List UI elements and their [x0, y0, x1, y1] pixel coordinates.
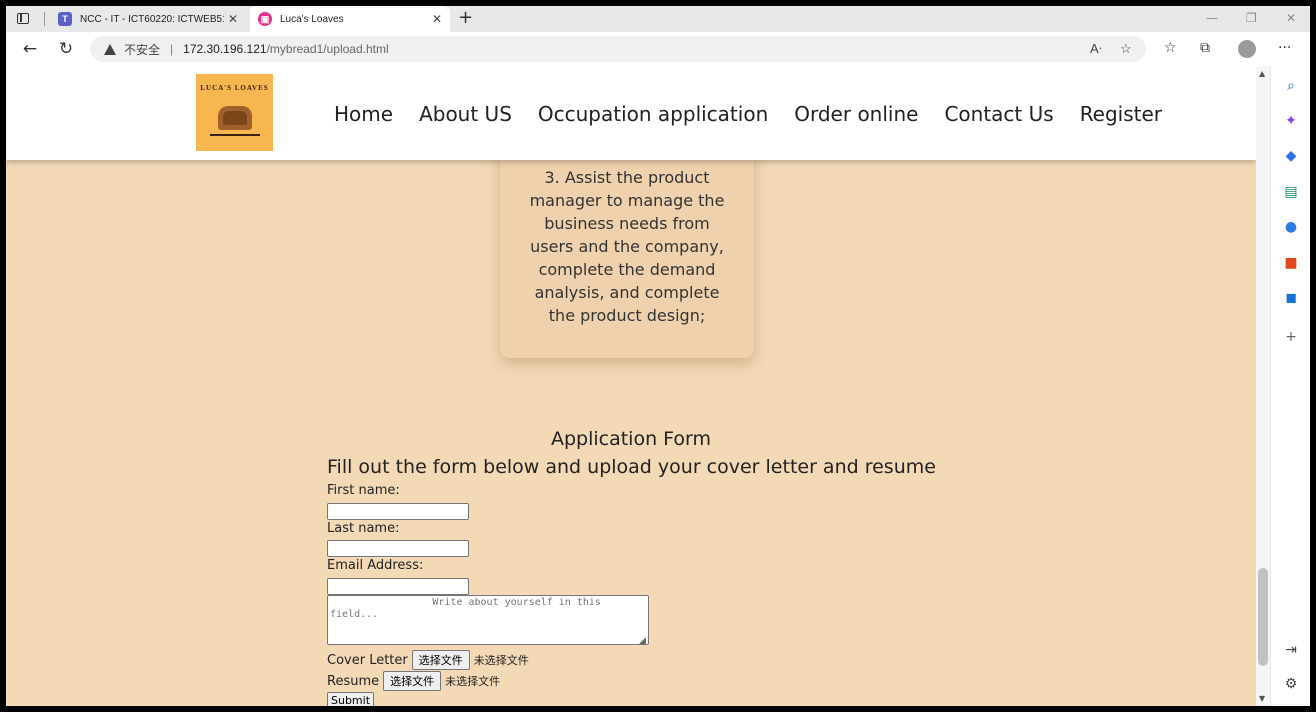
site-header: LUCA'S LOAVES Home About US Occupation a…	[6, 66, 1256, 160]
first-name-input[interactable]	[327, 503, 469, 520]
first-name-label: First name:	[327, 483, 400, 498]
more-icon[interactable]: ···	[1278, 40, 1291, 56]
refresh-icon[interactable]: ↻	[56, 39, 76, 59]
luca-icon: ▣	[258, 12, 272, 26]
browser-window: T NCC - IT - ICT60220: ICTWEB513 ✕ ▣ Luc…	[6, 6, 1310, 706]
office-icon[interactable]: ■	[1283, 255, 1299, 271]
logo-text: LUCA'S LOAVES	[200, 84, 269, 92]
submit-button[interactable]: Submit	[327, 692, 375, 706]
site-logo[interactable]: LUCA'S LOAVES	[196, 74, 273, 151]
scrollbar-thumb[interactable]	[1258, 568, 1268, 666]
favorite-add-icon[interactable]: ☆	[1120, 41, 1132, 57]
tab-title: NCC - IT - ICT60220: ICTWEB513	[80, 13, 224, 25]
shopping-tag-icon[interactable]: ◆	[1283, 148, 1299, 164]
back-arrow-icon[interactable]: ←	[20, 39, 40, 59]
tab-lucas-loaves[interactable]: ▣ Luca's Loaves ✕	[250, 6, 450, 32]
collections-icon[interactable]: ⧉	[1200, 40, 1210, 56]
menu-item-about-us[interactable]: About US	[419, 102, 512, 126]
page-viewport: 3. Assist the product manager to manage …	[6, 66, 1256, 706]
hide-sidebar-icon[interactable]: ⇥	[1283, 642, 1299, 658]
job-duty-card: 3. Assist the product manager to manage …	[500, 126, 754, 358]
avatar[interactable]	[1238, 40, 1256, 58]
restore-icon[interactable]: ❐	[1246, 11, 1257, 25]
tab-actions-icon[interactable]	[16, 11, 32, 27]
scroll-up-icon[interactable]: ▲	[1259, 69, 1265, 78]
new-tab-button[interactable]: +	[458, 9, 473, 27]
resume-file-status: 未选择文件	[445, 675, 501, 688]
tab-separator	[44, 12, 45, 26]
menu-item-contact-us[interactable]: Contact Us	[944, 102, 1053, 126]
cover-letter-row: Cover Letter 选择文件 未选择文件	[327, 650, 529, 670]
warning-icon	[104, 43, 116, 55]
settings-icon[interactable]: ⚙	[1283, 676, 1299, 692]
teams-icon: T	[58, 12, 72, 26]
email-input[interactable]	[327, 578, 469, 595]
bread-loaf-icon	[218, 106, 252, 130]
menu-item-register[interactable]: Register	[1080, 102, 1162, 126]
last-name-input[interactable]	[327, 540, 469, 557]
url-divider: |	[170, 42, 174, 56]
menu-item-occupation-application[interactable]: Occupation application	[538, 102, 768, 126]
form-subtitle: Fill out the form below and upload your …	[327, 456, 936, 478]
url-path: /mybread1/upload.html	[266, 42, 389, 56]
menu-item-home[interactable]: Home	[334, 102, 393, 126]
tab-title: Luca's Loaves	[280, 13, 344, 25]
minimize-icon[interactable]: —	[1206, 11, 1218, 25]
last-name-label: Last name:	[327, 521, 400, 536]
address-bar[interactable]: 不安全 | 172.30.196.121 /mybread1/upload.ht…	[90, 36, 1146, 62]
resume-label: Resume	[327, 673, 380, 689]
resume-choose-file-button[interactable]: 选择文件	[383, 671, 442, 691]
tab-ncc[interactable]: T NCC - IT - ICT60220: ICTWEB513 ✕	[50, 6, 246, 32]
main-menu: Home About US Occupation application Ord…	[334, 102, 1188, 126]
tools-icon[interactable]: ▤	[1283, 184, 1299, 200]
outlook-icon[interactable]: ◼	[1283, 290, 1299, 306]
favorites-icon[interactable]: ☆	[1164, 40, 1177, 56]
search-icon[interactable]: ⌕	[1283, 78, 1299, 94]
games-icon[interactable]: ●	[1283, 219, 1299, 235]
scroll-down-icon[interactable]: ▼	[1259, 694, 1265, 703]
browser-toolbar: ← ↻ 不安全 | 172.30.196.121 /mybread1/uploa…	[6, 32, 1310, 66]
page-scrollbar[interactable]: ▲ ▼	[1256, 66, 1270, 706]
url-host: 172.30.196.121	[183, 42, 267, 56]
resize-grip-icon[interactable]: ◢	[639, 636, 646, 646]
security-label[interactable]: 不安全	[124, 41, 160, 58]
form-title: Application Form	[550, 428, 712, 450]
resume-row: Resume 选择文件 未选择文件	[327, 671, 500, 691]
cover-letter-file-status: 未选择文件	[473, 654, 529, 667]
tab-strip: T NCC - IT - ICT60220: ICTWEB513 ✕ ▣ Luc…	[6, 6, 1310, 32]
menu-item-order-online[interactable]: Order online	[794, 102, 918, 126]
cover-letter-label: Cover Letter	[327, 652, 408, 668]
card-text: 3. Assist the product manager to manage …	[529, 168, 725, 325]
close-icon[interactable]: ✕	[428, 12, 446, 26]
close-window-icon[interactable]: ✕	[1286, 11, 1296, 25]
logo-underline	[210, 134, 260, 136]
cover-letter-choose-file-button[interactable]: 选择文件	[411, 650, 470, 670]
about-yourself-textarea[interactable]	[327, 595, 649, 645]
email-label: Email Address:	[327, 558, 424, 573]
edge-sidebar: ⌕ ✦ ◆ ▤ ● ■ ◼ + ⇥ ⚙	[1270, 66, 1310, 706]
read-aloud-icon[interactable]: Aᐧ	[1090, 41, 1102, 57]
add-icon[interactable]: +	[1283, 329, 1299, 345]
close-icon[interactable]: ✕	[224, 12, 242, 26]
copilot-icon[interactable]: ✦	[1283, 113, 1299, 129]
